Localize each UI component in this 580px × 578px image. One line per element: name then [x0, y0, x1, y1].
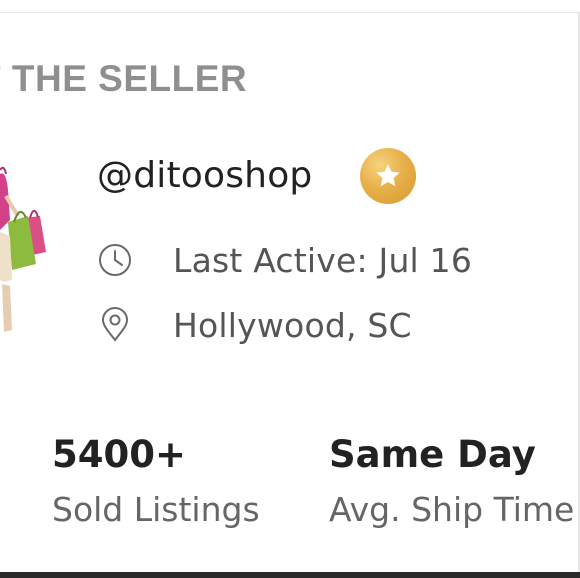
- seller-avatar[interactable]: [0, 160, 56, 340]
- star-icon: [376, 164, 400, 187]
- sold-listings-stat: 5400+ Sold Listings: [52, 430, 260, 532]
- ship-time-value: Same Day: [329, 433, 536, 476]
- bottom-bar: [0, 572, 580, 578]
- last-active-row: Last Active: Jul 16: [97, 238, 472, 282]
- sold-listings-value: 5400+: [52, 433, 186, 476]
- ship-time-stat: Same Day Avg. Ship Time: [329, 430, 574, 532]
- seller-card: T THE SELLER @ditooshop Last Active: Jul…: [0, 0, 580, 578]
- section-title: T THE SELLER: [0, 58, 248, 99]
- last-active-text: Last Active: Jul 16: [173, 240, 473, 280]
- clock-icon: [99, 244, 131, 276]
- sold-listings-label: Sold Listings: [52, 490, 260, 529]
- location-row: Hollywood, SC: [97, 303, 412, 347]
- location-text: Hollywood, SC: [173, 305, 412, 345]
- seller-handle[interactable]: @ditooshop: [97, 155, 312, 196]
- ship-time-label: Avg. Ship Time: [329, 490, 575, 529]
- location-pin-icon: [101, 307, 129, 342]
- top-divider: [0, 12, 580, 13]
- ambassador-badge[interactable]: [360, 148, 416, 204]
